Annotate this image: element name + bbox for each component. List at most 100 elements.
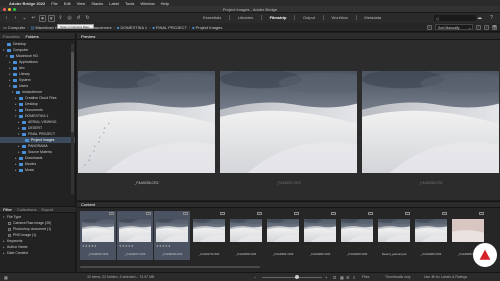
folder-scrollbar-thumb[interactable] [71,52,74,132]
folder-tree-item[interactable]: ▸ Music [0,167,75,173]
stack-badge-icon[interactable]: ▫ [331,212,336,215]
sort-direction-icon[interactable]: ↑ [476,24,481,30]
preview-image[interactable] [78,71,215,173]
workspace-tab-1[interactable]: Libraries [238,15,253,20]
content-thumbnail[interactable]: ▫ · · · · · _F4A9184.CR2 [413,211,449,260]
files-label[interactable]: Files [362,275,369,279]
content-thumbnail[interactable]: ▫ · · · · · _F4A9180.CR2 [228,211,264,260]
new-folder-icon[interactable]: + [484,24,489,30]
cloud-icon[interactable]: ☁ [476,14,483,21]
menu-item-6[interactable]: Tools [125,1,134,6]
tab-collections[interactable]: Collections [17,207,37,212]
menu-item-7[interactable]: Window [140,1,154,6]
thumbnail-image[interactable] [378,219,410,242]
output-icon[interactable]: ⇪ [57,15,64,22]
rating-stars[interactable]: ★★★★★ [82,244,97,248]
content-thumbnail[interactable]: ▫ · · · · · _F4A9182.CR2 [302,211,338,260]
sort-dropdown[interactable]: Sort Manually ⌄ [435,24,473,30]
content-thumbnail[interactable]: ▫ ★★★★★ _F4A9238.CR2 [154,211,190,260]
stack-badge-icon[interactable]: ▫ [183,212,188,215]
menu-item-3[interactable]: View [77,1,86,6]
rating-stars[interactable]: · · · · · [304,244,315,248]
filter-checkbox[interactable] [8,227,11,231]
content-thumbnail[interactable]: ▫ ★★★★★ _F4A9236.CR2 [80,211,116,260]
menu-item-5[interactable]: Label [109,1,119,6]
stack-badge-icon[interactable]: ▫ [368,212,373,215]
rating-stars[interactable]: · · · · · [193,244,204,248]
minimize-window-button[interactable] [8,8,11,11]
thumbnail-image[interactable] [341,219,373,242]
thumbnail-image[interactable] [452,219,484,242]
rating-stars[interactable]: ★★★★★ [119,244,134,248]
thumbnail-zoom-slider[interactable] [262,277,322,278]
thumbnail-image[interactable] [230,219,262,242]
workspace-tab-0[interactable]: Essentials [203,15,221,20]
stack-badge-icon[interactable]: ▫ [109,212,114,215]
stack-badge-icon[interactable]: ▫ [405,212,410,215]
thumbnail-image[interactable] [304,219,336,242]
rating-stars[interactable]: · · · · · [378,244,389,248]
thumbnail-image[interactable] [119,219,151,242]
zoom-window-button[interactable] [13,8,16,11]
help-icon[interactable]: ? [488,14,495,21]
rotate-right-icon[interactable]: ↻ [84,15,91,22]
rating-stars[interactable]: ★★★★★ [156,244,171,248]
zoom-out-icon[interactable]: − [254,275,256,280]
list-view-icon[interactable]: ≡ [353,275,355,280]
menu-item-8[interactable]: Help [161,1,169,6]
thumbnails-only-toggle[interactable]: Thumbnails only [385,275,410,279]
breadcrumb-item[interactable]: ■ DOMESTIKA 1 [117,25,147,30]
rating-stars[interactable]: · · · · · [452,244,463,248]
stack-badge-icon[interactable]: ▫ [257,212,262,215]
stack-badge-icon[interactable]: ▫ [220,212,225,215]
preview-image[interactable] [362,71,499,173]
tab-filter[interactable]: Filter [3,207,12,212]
get-photos-icon[interactable]: ▣ [39,14,46,22]
lock-icon[interactable]: ⊡ [333,275,336,280]
thumbnail-image[interactable] [156,219,188,242]
grid-view-icon[interactable]: ▦ [340,275,344,280]
forward-icon[interactable]: › [12,15,19,22]
tab-folders[interactable]: Folders [25,34,38,39]
content-thumbnail[interactable]: ▫ · · · · · Desert_pano2.psd [376,211,412,260]
preview-image[interactable] [220,71,357,173]
rating-stars[interactable]: · · · · · [267,244,278,248]
zoom-slider-knob[interactable] [295,275,299,279]
content-scrollbar[interactable] [80,266,260,268]
menu-item-0[interactable]: Adobe Bridge 2022 [9,1,45,6]
camera-raw-icon[interactable]: ◎ [66,15,73,22]
filter-checkbox[interactable] [8,221,11,225]
thumbnail-image[interactable] [415,219,447,242]
return-to-photoshop-icon[interactable]: ↩ [30,15,37,22]
content-thumbnail[interactable]: ▫ · · · · · _F4A9181.CR2 [265,211,301,260]
back-icon[interactable]: ‹ [3,15,10,22]
tab-favorites[interactable]: Favorites [3,34,19,39]
breadcrumb-item[interactable]: ■ Project Images [192,25,222,30]
rating-stars[interactable]: · · · · · [341,244,352,248]
content-thumbnail[interactable]: ▫ · · · · · _F4A9179.CR2 [191,211,227,260]
delete-icon[interactable]: 🗑 [492,24,497,30]
workspace-tab-2[interactable]: Filmstrip [270,15,287,20]
stack-badge-icon[interactable]: ▫ [294,212,299,215]
stack-badge-icon[interactable]: ▫ [479,212,484,215]
thumbnail-image[interactable] [82,219,114,242]
labels-ratings-toggle[interactable]: Use ⌘ for Labels & Ratings [424,275,467,279]
refine-icon[interactable]: ◧ [48,14,55,22]
menu-item-4[interactable]: Stacks [91,1,103,6]
thumbnail-image[interactable] [267,219,299,242]
workspace-tab-3[interactable]: Output [303,15,315,20]
menu-item-2[interactable]: Edit [64,1,71,6]
rating-stars[interactable]: · · · · · [230,244,241,248]
thumbnail-image[interactable] [193,219,225,242]
recent-folder-icon[interactable]: ⌄ [21,15,28,22]
workspace-tab-5[interactable]: Metadata [364,15,381,20]
close-window-button[interactable] [3,8,6,11]
stack-badge-icon[interactable]: ▫ [442,212,447,215]
star-filter-icon[interactable]: ☆ [427,24,432,30]
details-view-icon[interactable]: ☰ [346,275,350,280]
breadcrumb-item[interactable]: ■ FINAL PROJECT [153,25,187,30]
rotate-left-icon[interactable]: ↺ [75,15,82,22]
stack-badge-icon[interactable]: ▫ [146,212,151,215]
search-field[interactable]: Q [434,15,476,21]
filter-row[interactable]: ▸ Date Created [0,250,76,256]
